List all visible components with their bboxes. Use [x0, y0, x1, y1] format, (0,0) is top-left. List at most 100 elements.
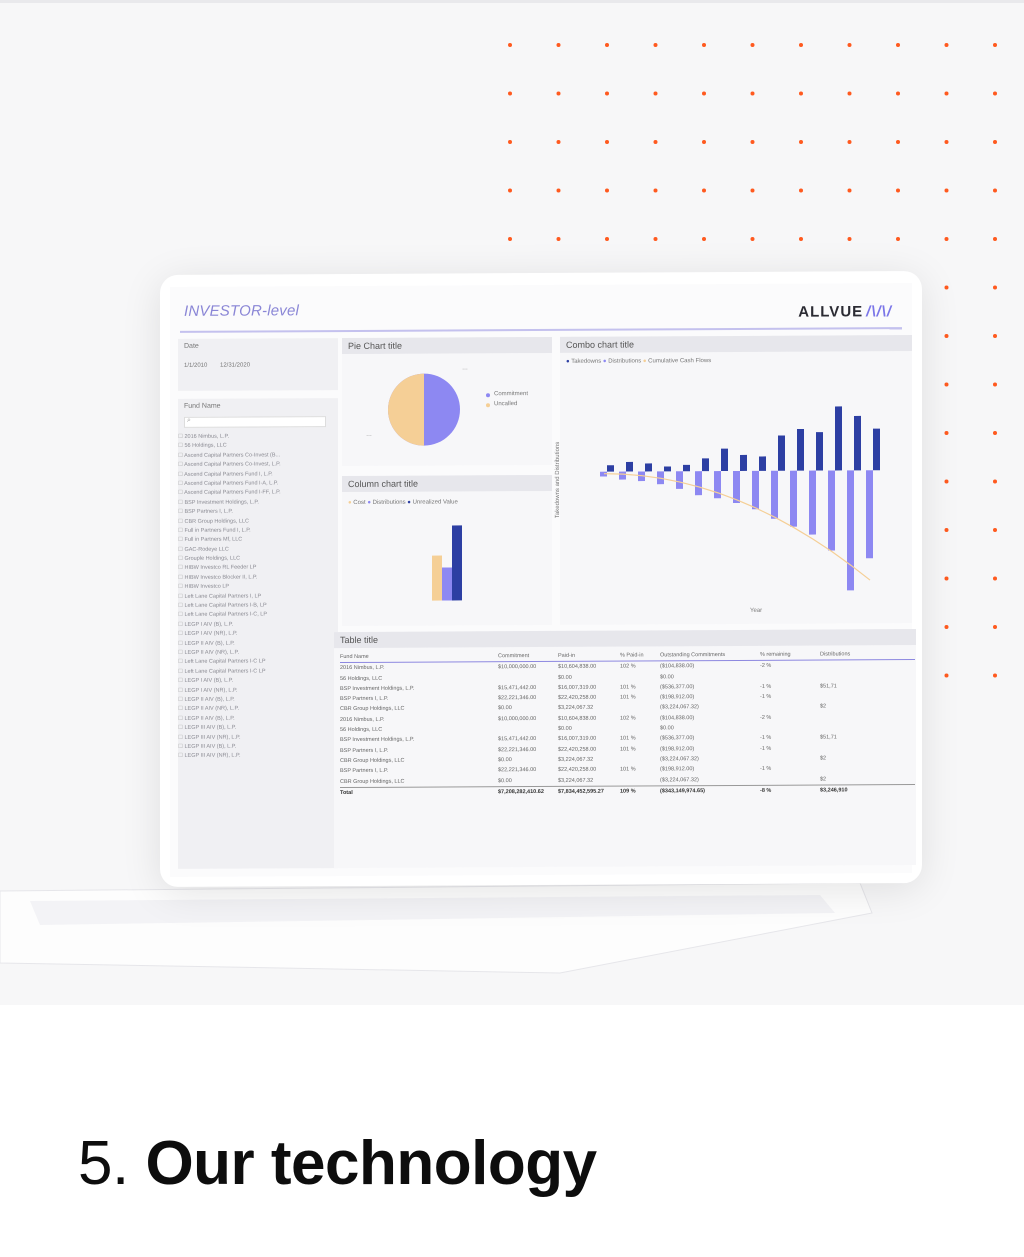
search-icon: ⌕	[187, 416, 191, 424]
table-cell: $22,221,346.00	[498, 746, 537, 753]
table-column-header[interactable]: Distributions	[820, 649, 850, 659]
title-divider	[180, 327, 902, 333]
table-cell: CBR Group Holdings, LLC	[340, 706, 405, 713]
table-cell: $16,007,319.00	[558, 684, 597, 691]
grid-dot	[750, 140, 755, 144]
table-total-cell: Total	[340, 789, 353, 796]
table-cell: -1 %	[760, 693, 772, 701]
table-cell: $0.00	[558, 725, 572, 732]
table-total-cell: $7,208,282,410.62	[498, 788, 544, 796]
grid-dot	[702, 140, 706, 144]
combo-bar-distributions	[771, 470, 778, 519]
table-cell: -1 %	[760, 766, 772, 773]
grid-dot	[508, 140, 512, 144]
grid-dot	[508, 91, 512, 96]
grid-dot	[605, 237, 609, 241]
combo-legend-cumulative: Cumulative Cash Flows	[648, 358, 712, 365]
fund-list-item[interactable]: LEGP III AIV (NR), L.P.	[178, 751, 338, 761]
table-cell: $2	[820, 755, 827, 762]
table-cell: BSP Partners I, L.P.	[340, 747, 389, 754]
logo-text: ALLVUE	[798, 303, 864, 321]
grid-dot	[944, 188, 949, 193]
table-cell: $0.00	[498, 757, 512, 764]
grid-dot	[556, 91, 561, 96]
grid-dot	[750, 237, 755, 241]
table-cell: $2	[820, 703, 827, 711]
laptop-screen: INVESTOR-level ALLVUE/\/\/ Date 1/1/2010…	[160, 271, 922, 887]
grid-dot	[799, 43, 803, 47]
table-cell: $3,224,067.32	[558, 756, 594, 763]
table-column-header[interactable]: Fund Name	[340, 652, 369, 662]
date-to[interactable]: 12/31/2020	[220, 363, 250, 369]
table-cell: -2 %	[760, 663, 772, 670]
table-cell: $51,71	[820, 734, 837, 741]
section-heading: 5. Our technology	[78, 1128, 597, 1199]
grid-dot	[750, 43, 755, 47]
combo-chart-title: Combo chart title	[560, 335, 912, 353]
fund-search-input[interactable]: ⌕	[184, 416, 326, 428]
grid-dot	[944, 431, 949, 435]
date-from[interactable]: 1/1/2010	[184, 363, 207, 369]
pie-chart-panel: Pie Chart title Commitment Uncalled … …	[342, 336, 552, 467]
pie-chart	[388, 373, 490, 446]
grid-dot	[944, 673, 949, 678]
combo-bar-takedowns	[797, 429, 804, 471]
hero-image: INVESTOR-level ALLVUE/\/\/ Date 1/1/2010…	[0, 0, 1024, 1005]
logo-mark: /\/\/	[866, 303, 892, 321]
table-total-cell: ($343,149,974.65)	[660, 788, 705, 795]
table-cell: 56 Holdings, LLC	[340, 726, 383, 734]
table-column-header[interactable]: Commitment	[498, 651, 529, 661]
table-cell: 102 %	[620, 663, 636, 670]
grid-dot	[896, 91, 900, 96]
combo-bar-takedowns	[778, 435, 785, 471]
grid-dot	[944, 382, 949, 387]
table-cell: ($3,224,067.32)	[660, 756, 699, 763]
grid-dot	[993, 528, 997, 532]
table-cell: CBR Group Holdings, LLC	[340, 757, 405, 765]
grid-dot	[847, 91, 852, 96]
grid-dot	[993, 479, 997, 484]
section-number: 5.	[78, 1129, 129, 1198]
data-table: Fund Name Commitment Paid-in % Paid-in Outst…	[340, 649, 915, 799]
combo-bar-takedowns	[816, 432, 823, 471]
laptop-keyboard	[0, 883, 873, 974]
grid-dot	[847, 188, 852, 193]
combo-x-axis-label: Year	[750, 607, 763, 614]
table-column-header[interactable]: % remaining	[760, 650, 791, 660]
table-cell: BSP Partners I, L.P.	[340, 768, 389, 775]
grid-dot	[556, 140, 561, 144]
table-cell: $0.00	[558, 674, 572, 681]
table-cell: ($3,224,067.32)	[660, 776, 699, 783]
column-chart-title: Column chart title	[342, 474, 552, 493]
table-cell: ($104,838.00)	[660, 663, 695, 670]
table-cell: $10,604,838.00	[558, 715, 597, 722]
table-column-header[interactable]: Paid-in	[558, 651, 575, 661]
table-cell: 101 %	[620, 746, 636, 753]
table-cell: $2	[820, 776, 827, 783]
combo-bar-takedowns	[626, 461, 633, 472]
combo-bar-takedowns	[854, 415, 861, 471]
grid-dot	[944, 43, 949, 47]
grid-dot	[993, 188, 997, 193]
combo-bar-distributions	[752, 470, 759, 510]
grid-dot	[799, 237, 803, 241]
grid-dot	[993, 382, 997, 387]
table-cell: BSP Investment Holdings, L.P.	[340, 685, 415, 692]
table-column-header[interactable]: % Paid-in	[620, 650, 644, 660]
grid-dot	[944, 576, 949, 581]
pie-legend-commitment: Commitment	[494, 391, 529, 398]
table-cell: $22,221,346.00	[498, 767, 537, 774]
table-cell: ($104,838.00)	[660, 714, 695, 722]
table-column-header[interactable]: Outstanding Commitments	[660, 650, 725, 661]
grid-dot	[750, 91, 755, 96]
grid-dot	[944, 334, 949, 338]
section-title: Our technology	[145, 1129, 597, 1198]
date-slicer[interactable]: Date 1/1/2010 12/31/2020	[178, 338, 338, 391]
table-cell: $0.00	[498, 705, 512, 712]
report-title: INVESTOR-level	[184, 302, 300, 320]
grid-dot	[993, 43, 997, 47]
grid-dot	[993, 334, 997, 338]
grid-dot	[993, 576, 997, 581]
grid-dot	[508, 237, 512, 241]
table-cell: $22,420,258.00	[558, 694, 597, 702]
